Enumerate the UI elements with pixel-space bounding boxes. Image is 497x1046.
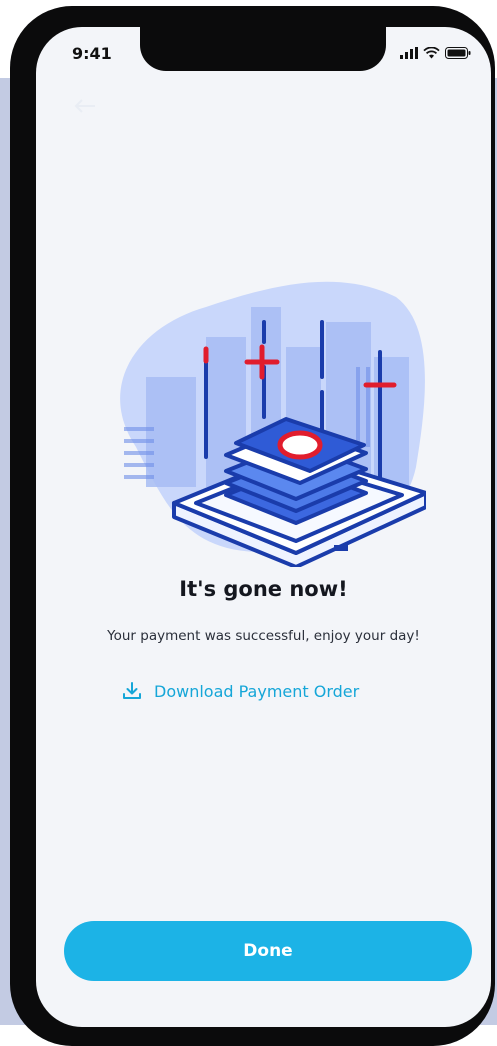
signal-icon (400, 47, 418, 59)
payment-sent-illustration (120, 281, 426, 567)
back-arrow-icon[interactable] (74, 99, 96, 113)
phone-frame: 9:41 It's gone now! Your payment was suc… (10, 6, 495, 1046)
done-button[interactable]: Done (64, 921, 472, 981)
platform-slot (334, 545, 348, 551)
notch (140, 27, 386, 71)
download-payment-order-link[interactable]: Download Payment Order (122, 676, 422, 706)
phone-screen: 9:41 It's gone now! Your payment was suc… (36, 27, 491, 1027)
success-message: Your payment was successful, enjoy your … (107, 628, 420, 644)
page-title: It's gone now! (179, 577, 348, 601)
battery-icon (445, 47, 471, 59)
download-link-label: Download Payment Order (154, 681, 360, 701)
download-icon (123, 682, 141, 699)
money-coin (277, 430, 323, 460)
status-time: 9:41 (72, 44, 112, 63)
wifi-icon (423, 47, 440, 59)
status-icons (400, 47, 471, 59)
